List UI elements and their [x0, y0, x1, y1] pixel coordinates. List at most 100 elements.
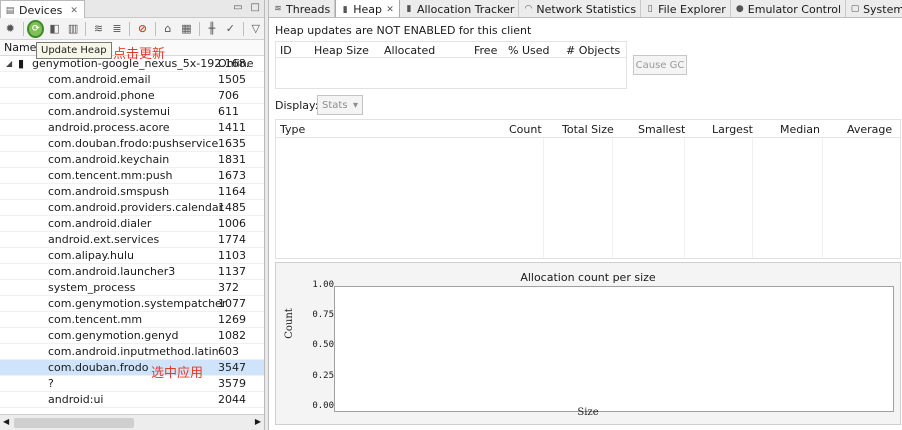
process-row[interactable]: com.tencent.mm:push 1673: [0, 168, 264, 184]
process-name: com.android.phone: [48, 89, 155, 102]
devices-toolbar: ✹ ⟳ ◧ ▥ ≋ ≣ ⊘ ⌂ ▦ ╫ ✓ ▽: [0, 18, 264, 40]
process-pid: 1411: [218, 121, 246, 134]
process-pid: 1831: [218, 153, 246, 166]
process-name: com.android.providers.calendar: [48, 201, 224, 214]
process-row[interactable]: com.alipay.hulu 1103: [0, 248, 264, 264]
process-name: ?: [48, 377, 54, 390]
process-row[interactable]: com.android.systemui 611: [0, 104, 264, 120]
col-count[interactable]: Count: [509, 123, 542, 136]
close-icon[interactable]: ✕: [385, 5, 395, 15]
scroll-left-icon[interactable]: ◀: [3, 417, 9, 426]
process-row[interactable]: com.genymotion.genyd 1082: [0, 328, 264, 344]
file-icon: ▯: [647, 4, 653, 14]
column-divider: [612, 138, 613, 258]
process-pid: 611: [218, 105, 239, 118]
expand-icon[interactable]: ◢: [6, 56, 12, 72]
screen-capture-icon[interactable]: ⌂: [160, 20, 177, 38]
tab-system-information[interactable]: ▢System Information: [846, 0, 902, 17]
col-free[interactable]: Free: [474, 44, 497, 57]
col-objects[interactable]: # Objects: [566, 44, 620, 57]
stop-process-icon[interactable]: ⊘: [134, 20, 151, 38]
devices-tabbar: ▤ Devices ✕ ▭ □: [0, 0, 264, 18]
emulator-icon: ●: [735, 4, 744, 14]
process-row[interactable]: com.android.launcher3 1137: [0, 264, 264, 280]
cause-gc-button[interactable]: Cause GC: [633, 55, 687, 75]
dump-hprof-icon[interactable]: ◧: [46, 20, 63, 38]
close-icon[interactable]: ✕: [70, 6, 78, 16]
column-divider: [822, 138, 823, 258]
tab-threads[interactable]: ≋ Threads: [269, 0, 336, 17]
column-divider: [684, 138, 685, 258]
process-pid: 1164: [218, 185, 246, 198]
col-heap-size[interactable]: Heap Size: [314, 44, 369, 57]
y-tick-label: 1.00: [312, 280, 334, 290]
col-used[interactable]: % Used: [508, 44, 549, 57]
process-row[interactable]: com.tencent.mm 1269: [0, 312, 264, 328]
ddms-window: ▤ Devices ✕ ▭ □ ✹ ⟳ ◧ ▥ ≋ ≣ ⊘ ⌂ ▦ ╫ ✓ ▽ …: [0, 0, 902, 430]
process-name: com.android.smspush: [48, 185, 170, 198]
heap-status-message: Heap updates are NOT ENABLED for this cl…: [275, 24, 532, 37]
col-allocated[interactable]: Allocated: [384, 44, 435, 57]
plot-area: [334, 286, 894, 412]
opengl-trace-icon[interactable]: ✓: [222, 20, 239, 38]
process-pid: 603: [218, 345, 239, 358]
col-total-size[interactable]: Total Size: [562, 123, 614, 136]
type-stats-table: Type Count Total Size Smallest Largest M…: [275, 119, 901, 259]
systrace-icon[interactable]: ╫: [204, 20, 221, 38]
col-type[interactable]: Type: [280, 123, 305, 136]
process-row[interactable]: com.android.smspush 1164: [0, 184, 264, 200]
display-select[interactable]: Stats ▾: [317, 95, 363, 115]
wifi-icon: ◠: [524, 4, 533, 14]
process-row[interactable]: android.ext.services 1774: [0, 232, 264, 248]
update-heap-icon[interactable]: ⟳: [27, 19, 45, 38]
col-median[interactable]: Median: [780, 123, 820, 136]
y-tick-label: 0.50: [312, 340, 334, 350]
col-average[interactable]: Average: [847, 123, 892, 136]
process-pid: 1269: [218, 313, 246, 326]
threads-icon: ≋: [274, 4, 282, 14]
col-smallest[interactable]: Smallest: [638, 123, 685, 136]
process-row[interactable]: com.android.keychain 1831: [0, 152, 264, 168]
col-largest[interactable]: Largest: [712, 123, 753, 136]
tab-file-explorer[interactable]: ▯ File Explorer: [641, 0, 731, 17]
scroll-right-icon[interactable]: ▶: [255, 417, 261, 426]
tab-emulator-control[interactable]: ● Emulator Control: [731, 0, 847, 17]
col-id[interactable]: ID: [280, 44, 292, 57]
process-row[interactable]: com.android.email 1505: [0, 72, 264, 88]
device-tree: ◢ ▮ genymotion-google_nexus_5x-192.168. …: [0, 56, 264, 414]
process-row[interactable]: com.android.providers.calendar 1485: [0, 200, 264, 216]
view-menu-icon[interactable]: ▽: [248, 20, 265, 38]
process-row[interactable]: android:ui 2044: [0, 392, 264, 408]
scrollbar-thumb[interactable]: [14, 418, 134, 428]
tab-allocation-tracker[interactable]: ▮ Allocation Tracker: [400, 0, 520, 17]
display-label: Display:: [275, 99, 319, 112]
maximize-icon[interactable]: □: [251, 2, 260, 13]
view-tabbar: ≋ Threads ▮ Heap ✕ ▮ Allocation Tracker ◠ Net…: [269, 0, 902, 18]
process-name: com.genymotion.genyd: [48, 329, 179, 342]
process-pid: 706: [218, 89, 239, 102]
minimize-icon[interactable]: ▭: [233, 2, 242, 13]
process-row[interactable]: com.genymotion.systempatcher 1077: [0, 296, 264, 312]
process-row[interactable]: ? 3579: [0, 376, 264, 392]
method-profiling-icon[interactable]: ≣: [109, 20, 126, 38]
devices-tab-label: Devices: [19, 4, 63, 17]
process-row[interactable]: android.process.acore 1411: [0, 120, 264, 136]
chevron-down-icon: ▾: [352, 99, 358, 111]
process-row[interactable]: com.douban.frodo:pushservice 1635: [0, 136, 264, 152]
tab-heap[interactable]: ▮ Heap ✕: [335, 0, 400, 17]
tab-network-statistics[interactable]: ◠ Network Statistics: [519, 0, 642, 17]
process-row[interactable]: com.douban.frodo 3547: [0, 360, 264, 376]
debug-icon[interactable]: ✹: [2, 20, 19, 38]
process-row[interactable]: system_process 372: [0, 280, 264, 296]
cause-gc-icon[interactable]: ▥: [65, 20, 82, 38]
process-row[interactable]: com.android.inputmethod.latin 603: [0, 344, 264, 360]
horizontal-scrollbar[interactable]: ◀ ▶: [0, 414, 264, 430]
process-row[interactable]: com.android.dialer 1006: [0, 216, 264, 232]
devices-tab[interactable]: ▤ Devices ✕: [0, 0, 85, 18]
process-pid: 1137: [218, 265, 246, 278]
process-row[interactable]: com.android.phone 706: [0, 88, 264, 104]
hierarchy-dump-icon[interactable]: ▦: [178, 20, 195, 38]
col-name[interactable]: Name: [4, 41, 36, 54]
process-name: com.tencent.mm: [48, 313, 143, 326]
update-threads-icon[interactable]: ≋: [90, 20, 107, 38]
